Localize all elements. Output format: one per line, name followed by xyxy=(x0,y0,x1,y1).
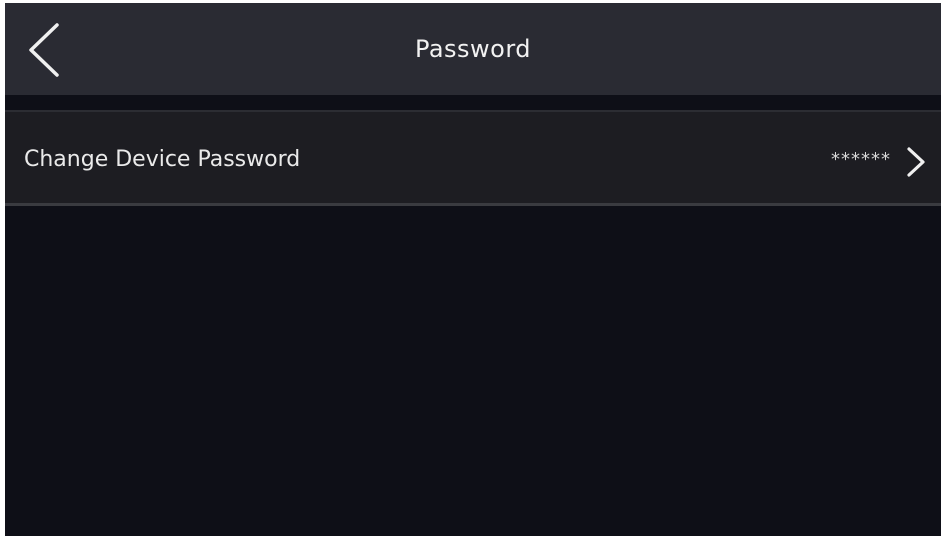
device-screen: Password Change Device Password ****** xyxy=(5,3,941,536)
back-button[interactable] xyxy=(19,21,67,79)
page-title: Password xyxy=(414,35,532,63)
top-bar: Password xyxy=(5,3,941,95)
masked-password-value: ****** xyxy=(831,149,891,170)
chevron-left-icon xyxy=(29,23,59,77)
header-spacer xyxy=(5,95,941,110)
chevron-right-icon xyxy=(905,146,927,178)
list-item-label: Change Device Password xyxy=(24,147,301,172)
change-device-password-item[interactable]: Change Device Password ****** xyxy=(5,110,941,206)
